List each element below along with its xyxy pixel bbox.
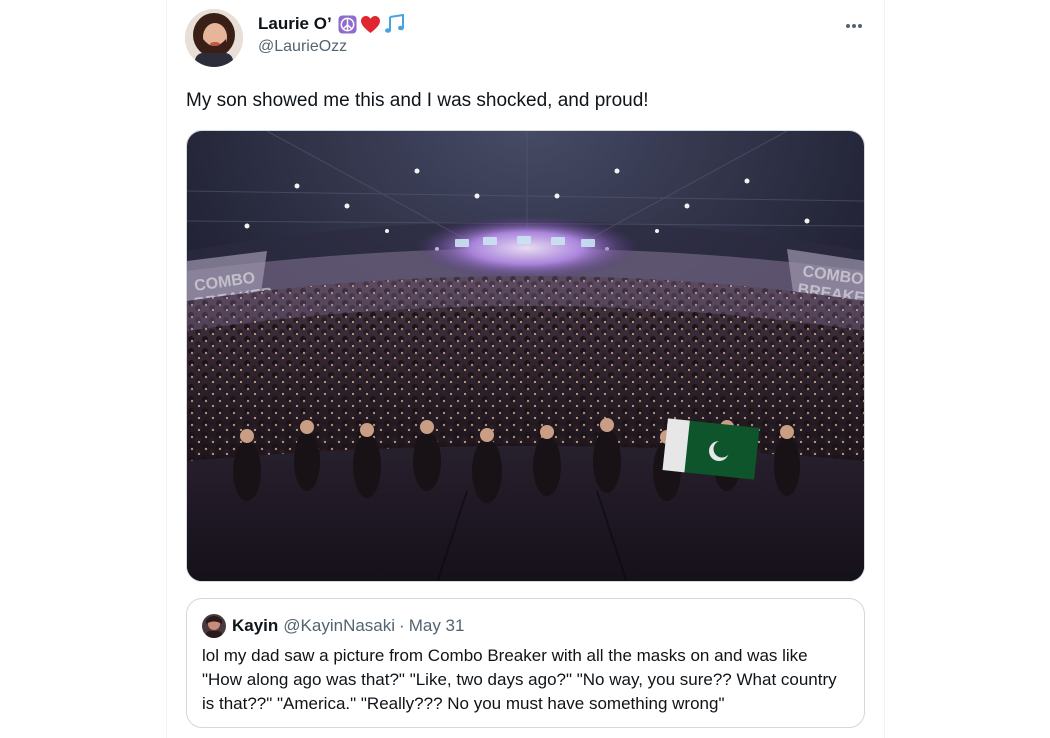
more-button[interactable]	[839, 12, 869, 38]
more-horizontal-icon	[845, 16, 863, 34]
separator-dot: ·	[399, 616, 405, 635]
peace-symbol-icon	[338, 14, 357, 34]
crowd-photo: COMBO BREAKER COMBO BREAKER	[187, 131, 864, 581]
user-meta: Laurie O’ @LaurieOzz	[258, 12, 406, 56]
tweet-text: My son showed me this and I was shocked,…	[186, 90, 649, 111]
quoted-tweet-header: Kayin @KayinNasaki · May 31	[202, 614, 464, 638]
avatar[interactable]	[185, 9, 243, 67]
timeline-border-right	[884, 0, 885, 738]
quoted-tweet-text: lol my dad saw a picture from Combo Brea…	[202, 646, 837, 713]
name-row: Laurie O’	[258, 12, 406, 36]
tweet-photo[interactable]: COMBO BREAKER COMBO BREAKER	[186, 130, 865, 582]
musical-notes-icon	[384, 14, 406, 34]
tweet[interactable]: Laurie O’ @LaurieOzz My son showed me th…	[167, 0, 884, 738]
red-heart-icon	[360, 15, 381, 34]
quoted-handle[interactable]: @KayinNasaki	[283, 616, 395, 636]
display-name[interactable]: Laurie O’	[258, 14, 332, 34]
quoted-date[interactable]: May 31	[409, 616, 465, 636]
handle[interactable]: @LaurieOzz	[258, 38, 406, 56]
quoted-display-name[interactable]: Kayin	[232, 616, 278, 636]
quoted-avatar[interactable]	[202, 614, 226, 638]
quoted-tweet[interactable]: Kayin @KayinNasaki · May 31 lol my dad s…	[186, 598, 865, 728]
page: Laurie O’ @LaurieOzz My son showed me th…	[0, 0, 1050, 738]
